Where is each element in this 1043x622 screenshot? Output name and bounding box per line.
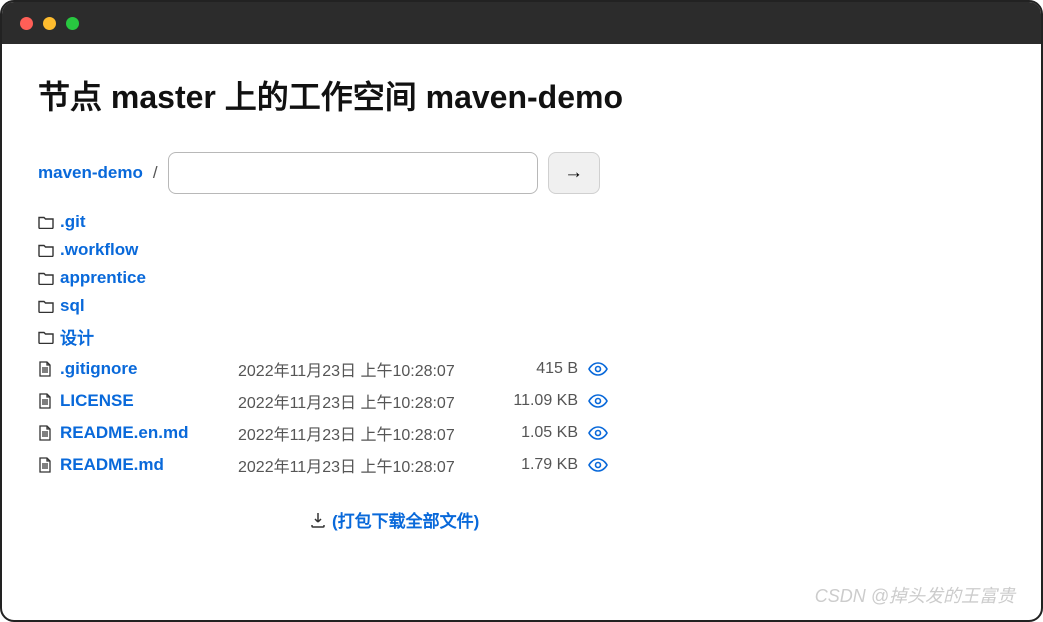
file-icon <box>38 393 60 409</box>
folder-name[interactable]: 设计 <box>60 324 94 349</box>
list-item: README.md 2022年11月23日 上午10:28:07 1.79 KB <box>38 449 1005 481</box>
breadcrumb-root[interactable]: maven-demo <box>38 163 143 183</box>
download-all-link[interactable]: (打包下载全部文件) <box>332 507 479 532</box>
file-name[interactable]: README.md <box>60 455 164 474</box>
list-item: apprentice <box>38 264 1005 292</box>
file-icon <box>38 361 60 377</box>
list-item: .git <box>38 208 1005 236</box>
list-item: README.en.md 2022年11月23日 上午10:28:07 1.05… <box>38 417 1005 449</box>
file-size: 11.09 KB <box>488 392 578 410</box>
download-icon <box>310 512 326 528</box>
path-input[interactable] <box>168 152 538 194</box>
folder-name[interactable]: apprentice <box>60 268 146 288</box>
list-item: sql <box>38 292 1005 320</box>
view-icon[interactable] <box>588 458 608 472</box>
app-window: 节点 master 上的工作空间 maven-demo maven-demo /… <box>0 0 1043 622</box>
watermark: CSDN @掉头发的王富贵 <box>815 582 1015 608</box>
titlebar <box>2 2 1041 44</box>
breadcrumb: maven-demo / → <box>38 152 1005 194</box>
content-area: 节点 master 上的工作空间 maven-demo maven-demo /… <box>2 44 1041 560</box>
folder-icon <box>38 271 60 285</box>
file-icon <box>38 425 60 441</box>
breadcrumb-separator: / <box>153 163 158 183</box>
close-icon[interactable] <box>20 17 33 30</box>
page-title: 节点 master 上的工作空间 maven-demo <box>38 72 1005 118</box>
file-name[interactable]: .gitignore <box>60 359 137 378</box>
minimize-icon[interactable] <box>43 17 56 30</box>
file-name[interactable]: README.en.md <box>60 423 188 442</box>
folder-icon <box>38 215 60 229</box>
maximize-icon[interactable] <box>66 17 79 30</box>
download-all-row: (打包下载全部文件) <box>310 507 1005 532</box>
arrow-right-icon: → <box>564 162 583 184</box>
file-size: 1.79 KB <box>488 456 578 474</box>
file-size: 1.05 KB <box>488 424 578 442</box>
list-item: LICENSE 2022年11月23日 上午10:28:07 11.09 KB <box>38 385 1005 417</box>
list-item: .workflow <box>38 236 1005 264</box>
file-date: 2022年11月23日 上午10:28:07 <box>238 421 488 445</box>
file-date: 2022年11月23日 上午10:28:07 <box>238 453 488 477</box>
go-button[interactable]: → <box>548 152 600 194</box>
file-name[interactable]: LICENSE <box>60 391 134 410</box>
file-date: 2022年11月23日 上午10:28:07 <box>238 389 488 413</box>
view-icon[interactable] <box>588 394 608 408</box>
folder-name[interactable]: .workflow <box>60 240 138 260</box>
folder-name[interactable]: sql <box>60 296 85 316</box>
folder-name[interactable]: .git <box>60 212 86 232</box>
file-list: .git .workflow apprentice sql <box>38 208 1005 481</box>
folder-icon <box>38 330 60 344</box>
view-icon[interactable] <box>588 362 608 376</box>
list-item: .gitignore 2022年11月23日 上午10:28:07 415 B <box>38 353 1005 385</box>
folder-icon <box>38 299 60 313</box>
file-date: 2022年11月23日 上午10:28:07 <box>238 357 488 381</box>
view-icon[interactable] <box>588 426 608 440</box>
file-icon <box>38 457 60 473</box>
list-item: 设计 <box>38 320 1005 353</box>
file-size: 415 B <box>488 360 578 378</box>
folder-icon <box>38 243 60 257</box>
